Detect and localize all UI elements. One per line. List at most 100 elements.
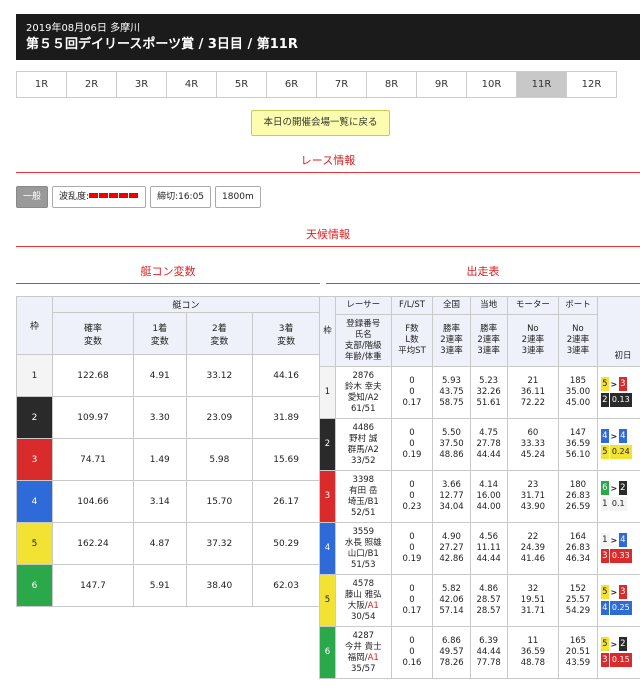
wave-level-mark	[119, 192, 129, 198]
racer-name[interactable]: 有田 岳	[336, 486, 391, 497]
stat-value: 19.51	[520, 595, 546, 605]
recent-course-row: 4 >4	[600, 429, 640, 445]
stat-value: 164	[569, 532, 587, 542]
racer-name[interactable]: 水長 照雄	[336, 538, 391, 549]
recent-start-timing: 0.13	[609, 393, 632, 407]
stat-value: 147	[569, 428, 587, 438]
recent-start-course: 4	[618, 429, 627, 443]
racer-rank: B1	[367, 496, 379, 507]
racer-cell: 4486 野村 誠群馬/A2 33/52	[335, 418, 392, 471]
kyotei-value-cell: 15.69	[252, 438, 320, 481]
recent-result-cell: 4 >4 5 0.24	[596, 418, 640, 471]
racer-age-weight: 33/52	[351, 455, 376, 466]
recent-start-timing: 0.1	[609, 497, 627, 511]
racer-rank: A1	[367, 652, 379, 663]
recent-entry-course: 6	[600, 481, 609, 495]
recent-finish-position: 4	[600, 601, 609, 615]
stat-value: 34.04	[439, 502, 464, 512]
stat-value: 0	[409, 647, 415, 657]
kyotei-value-cell: 38.40	[185, 564, 254, 607]
entry-sub-header: No 2連率 3連率	[506, 314, 560, 367]
racer-reg-number: 2876	[352, 370, 375, 381]
stat-value: 11	[527, 636, 539, 646]
waku-cell: 6	[16, 564, 53, 607]
race-tab-9r[interactable]: 9R	[416, 71, 467, 98]
stat-cell-touchi: 4.86 28.57 28.57	[469, 574, 508, 627]
kyotei-col-header: 3着 変数	[252, 312, 320, 355]
race-tab-5r[interactable]: 5R	[216, 71, 267, 98]
racer-name[interactable]: 野村 誠	[336, 434, 391, 445]
race-tab-3r[interactable]: 3R	[116, 71, 167, 98]
stat-value: 0.19	[402, 554, 422, 564]
racer-reg-number: 3559	[352, 526, 375, 537]
racer-name[interactable]: 鈴木 幸夫	[336, 382, 391, 393]
stat-value: 3.66	[442, 480, 461, 490]
race-tab-2r[interactable]: 2R	[66, 71, 117, 98]
recent-finish-row: 4 0.25	[600, 601, 640, 617]
back-to-venue-list-button[interactable]: 本日の開催会場一覧に戻る	[251, 110, 390, 136]
racer-name[interactable]: 藤山 雅弘	[336, 590, 391, 601]
stat-cell-zenkoku: 5.50 37.50 48.86	[432, 418, 471, 471]
race-tab-10r[interactable]: 10R	[466, 71, 517, 98]
stat-value: 77.78	[476, 658, 501, 668]
kyotei-row: 4 104.66 3.14 15.70 26.17	[16, 480, 320, 523]
stat-value: 36.59	[520, 647, 546, 657]
race-tab-1r[interactable]: 1R	[16, 71, 67, 98]
racer-cell: 2876 鈴木 幸夫 愛知/A2 61/51	[335, 366, 392, 419]
stat-value: 22	[527, 532, 539, 542]
stat-value: 27.78	[476, 439, 501, 449]
stat-value: 5.82	[442, 584, 461, 594]
race-tab-6r[interactable]: 6R	[266, 71, 317, 98]
wave-level-mark	[129, 192, 139, 198]
racer-branch: 福岡/	[347, 652, 368, 663]
stat-value: 28.57	[476, 595, 501, 605]
entry-sub-header: 勝率 2連率 3連率	[432, 314, 471, 367]
racer-name[interactable]: 今井 貴士	[336, 642, 391, 653]
racer-age-weight: 61/51	[351, 403, 376, 414]
stat-value: 44.44	[476, 554, 501, 564]
kyotei-con-title: 艇コン変数	[140, 265, 196, 278]
race-tab-4r[interactable]: 4R	[166, 71, 217, 98]
recent-course-row: 6 >2	[600, 481, 640, 497]
stat-value: 0	[409, 595, 415, 605]
recent-entry-course: 5	[600, 637, 609, 651]
stat-cell-boat: 180 26.83 26.59	[558, 470, 598, 523]
stat-value: 28.57	[476, 606, 501, 616]
weather-divider	[16, 246, 640, 247]
stat-cell-zenkoku: 4.90 27.27 42.86	[432, 522, 471, 575]
kyotei-value-cell: 3.14	[133, 480, 187, 523]
stat-cell-zenkoku: 6.86 49.57 78.26	[432, 626, 471, 679]
stat-value: 51.61	[476, 398, 501, 408]
stat-value: 45.24	[520, 450, 546, 460]
stat-value: 49.57	[439, 647, 464, 657]
stat-value: 24.39	[520, 543, 546, 553]
kyotei-row: 3 74.71 1.49 5.98 15.69	[16, 438, 320, 481]
recent-finish-position: 3	[600, 549, 609, 563]
racer-branch-rank: 愛知/A2	[336, 393, 391, 404]
stat-value: 31.71	[520, 491, 546, 501]
kyotei-row: 2 109.97 3.30 23.09 31.89	[16, 396, 320, 439]
race-tab-7r[interactable]: 7R	[316, 71, 367, 98]
kyotei-waku-header: 枠	[16, 296, 53, 355]
waku-cell: 3	[16, 438, 53, 481]
stat-value: 58.75	[439, 398, 464, 408]
racer-reg-number: 4486	[352, 422, 375, 433]
recent-start-timing: 0.24	[609, 445, 632, 459]
race-tab-12r[interactable]: 12R	[566, 71, 617, 98]
stat-value: 44.44	[476, 647, 501, 657]
stat-value: 43.75	[439, 387, 464, 397]
waku-cell: 4	[16, 480, 53, 523]
stat-value: 180	[569, 480, 587, 490]
recent-finish-position: 3	[600, 653, 609, 667]
recent-start-course: 2	[618, 481, 627, 495]
race-tab-11r[interactable]: 11R	[516, 71, 567, 98]
recent-finish-row: 2 0.13	[600, 393, 640, 409]
stat-value: 4.90	[442, 532, 461, 542]
kyotei-value-cell: 4.91	[133, 354, 187, 397]
stat-value: 46.34	[565, 554, 591, 564]
racer-age-weight: 52/51	[351, 507, 376, 518]
racer-reg-number: 3398	[352, 474, 375, 485]
race-tab-8r[interactable]: 8R	[366, 71, 417, 98]
stat-value: 45.00	[565, 398, 591, 408]
stat-cell-boat: 185 35.00 45.00	[558, 366, 598, 419]
